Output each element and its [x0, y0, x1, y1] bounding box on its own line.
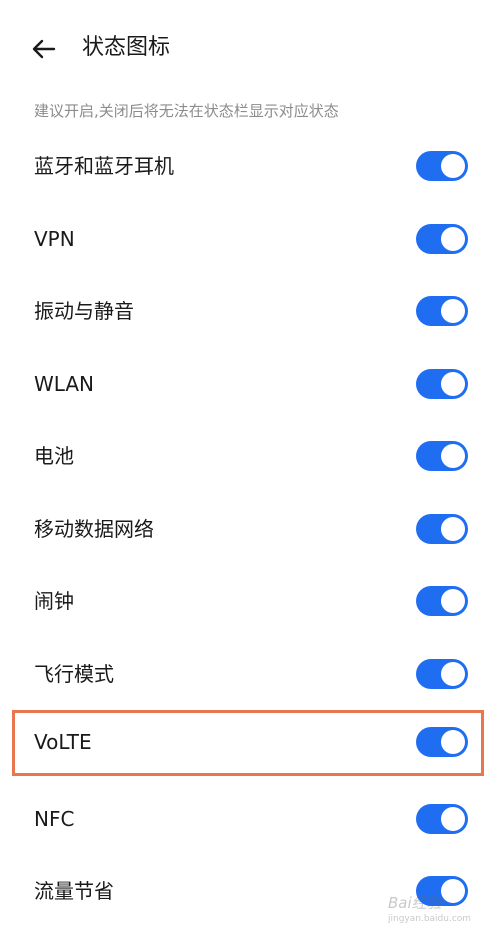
toggle-label: 流量节省	[34, 879, 114, 904]
watermark-sub: jingyan.baidu.com	[388, 914, 472, 924]
toggle-switch-vibrate-silent[interactable]	[416, 296, 468, 327]
toggle-switch-wlan[interactable]	[416, 368, 468, 399]
toggle-row-airplane-mode: 飞行模式	[0, 638, 500, 711]
switch-knob	[441, 154, 465, 179]
watermark-text: Bai经验	[388, 894, 442, 912]
toggle-row-vpn: VPN	[0, 203, 500, 276]
baidu-jingyan-watermark: Bai经验 jingyan.baidu.com	[388, 888, 492, 930]
arrow-left-icon[interactable]	[30, 35, 58, 63]
toggle-label: 电池	[34, 444, 74, 469]
toggle-label: 蓝牙和蓝牙耳机	[34, 154, 174, 179]
toggle-label: 振动与静音	[34, 299, 134, 324]
toggle-row-alarm: 闹钟	[0, 565, 500, 638]
toggle-row-wlan: WLAN	[0, 348, 500, 421]
toggle-switch-nfc[interactable]	[416, 803, 468, 834]
toggle-label: 移动数据网络	[34, 516, 154, 541]
toggle-row-bluetooth: 蓝牙和蓝牙耳机	[0, 130, 500, 203]
switch-knob	[441, 730, 465, 755]
status-icon-toggle-list: 蓝牙和蓝牙耳机 VPN 振动与静音 WLAN 电池 移动数据网络 闹钟 飞行模式…	[0, 130, 500, 928]
toggle-switch-airplane-mode[interactable]	[416, 658, 468, 689]
switch-knob	[441, 371, 465, 396]
switch-knob	[441, 226, 465, 251]
switch-knob	[441, 516, 465, 541]
toggle-label: VPN	[34, 226, 75, 251]
switch-knob	[441, 444, 465, 469]
toggle-label: 飞行模式	[34, 661, 114, 686]
toggle-label: NFC	[34, 806, 75, 831]
settings-hint: 建议开启,关闭后将无法在状态栏显示对应状态	[34, 102, 339, 120]
toggle-row-battery: 电池	[0, 420, 500, 493]
switch-knob	[441, 806, 465, 831]
toggle-label: VoLTE	[34, 730, 92, 755]
app-header: 状态图标	[0, 0, 500, 96]
toggle-switch-bluetooth[interactable]	[416, 151, 468, 182]
toggle-switch-vpn[interactable]	[416, 223, 468, 254]
toggle-switch-mobile-data[interactable]	[416, 513, 468, 544]
switch-knob	[441, 661, 465, 686]
toggle-row-nfc: NFC	[0, 783, 500, 856]
switch-knob	[441, 589, 465, 614]
toggle-label: 闹钟	[34, 589, 74, 614]
toggle-row-mobile-data: 移动数据网络	[0, 493, 500, 566]
switch-knob	[441, 299, 465, 324]
toggle-row-vibrate-silent: 振动与静音	[0, 275, 500, 348]
toggle-label: WLAN	[34, 371, 95, 396]
page-title: 状态图标	[82, 35, 171, 60]
toggle-row-volte: VoLTE	[0, 710, 500, 783]
toggle-switch-alarm[interactable]	[416, 586, 468, 617]
toggle-switch-volte[interactable]	[416, 727, 468, 758]
toggle-switch-battery[interactable]	[416, 441, 468, 472]
